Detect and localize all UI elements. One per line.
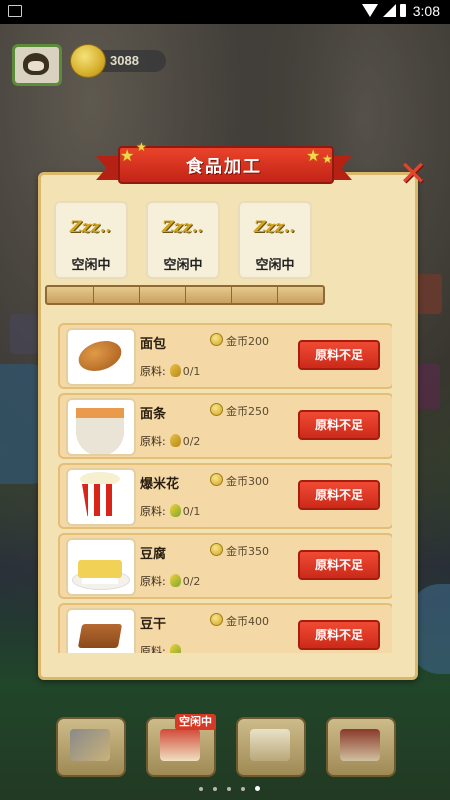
recipe-list[interactable]: 面包 金币200 原料: 0/1 原料不足 面条 金币250 原料: 0/2 原料不… xyxy=(58,323,392,653)
coin-icon xyxy=(210,333,223,346)
star-icon: ★ xyxy=(306,146,321,165)
recipe-price: 金币250 xyxy=(210,403,269,419)
popcorn-icon xyxy=(66,468,136,526)
recipe-row-bread: 面包 金币200 原料: 0/1 原料不足 xyxy=(58,323,392,389)
factory-icon xyxy=(160,729,200,761)
recipe-name: 爆米花 xyxy=(140,477,180,492)
wooden-shelf xyxy=(45,285,325,305)
noodles-icon xyxy=(66,398,136,456)
processing-slot[interactable]: Zzz.. 空闲中 xyxy=(238,201,312,279)
processing-slot[interactable]: Zzz.. 空闲中 xyxy=(146,201,220,279)
coin-count: 3088 xyxy=(110,53,139,68)
coin-icon xyxy=(210,473,223,486)
bread-icon xyxy=(66,328,136,386)
recipe-name: 豆腐 xyxy=(140,547,167,562)
recipe-material: 原料: 0/1 xyxy=(140,504,201,518)
player-avatar[interactable] xyxy=(12,44,62,86)
battery-icon xyxy=(400,4,406,17)
soybean-icon xyxy=(169,644,181,653)
recipe-row-noodles: 面条 金币250 原料: 0/2 原料不足 xyxy=(58,393,392,459)
image-icon xyxy=(8,5,22,17)
dried-tofu-icon xyxy=(66,608,136,653)
tofu-icon xyxy=(66,538,136,596)
orders-button[interactable] xyxy=(236,717,306,777)
sleeping-zzz-icon: Zzz.. xyxy=(162,217,203,236)
insufficient-materials-button[interactable]: 原料不足 xyxy=(298,480,380,510)
wheat-icon xyxy=(169,434,181,447)
avatar-face-icon xyxy=(23,53,49,75)
idle-status-badge: 空闲中 xyxy=(175,714,216,730)
recipe-name: 面条 xyxy=(140,407,167,422)
star-icon: ★ xyxy=(322,152,333,166)
recipe-price: 金币300 xyxy=(210,473,269,489)
slot-status-label: 空闲中 xyxy=(71,258,111,273)
recipe-row-dried-tofu: 豆干 金币400 原料: 原料不足 xyxy=(58,603,392,653)
signal-icon xyxy=(383,4,396,17)
wifi-icon xyxy=(362,4,378,17)
clipboard-icon xyxy=(250,729,290,761)
recipe-material: 原料: 0/2 xyxy=(140,574,201,588)
sleeping-zzz-icon: Zzz.. xyxy=(70,217,111,236)
wheat-icon xyxy=(169,364,181,377)
soybean-icon xyxy=(169,574,181,587)
sleeping-zzz-icon: Zzz.. xyxy=(254,217,295,236)
recipe-row-popcorn: 爆米花 金币300 原料: 0/1 原料不足 xyxy=(58,463,392,529)
coin-icon xyxy=(210,403,223,416)
insufficient-materials-button[interactable]: 原料不足 xyxy=(298,410,380,440)
star-icon: ★ xyxy=(120,146,135,165)
clock: 3:08 xyxy=(412,3,440,19)
recipe-price: 金币400 xyxy=(210,613,269,629)
hammer-icon xyxy=(70,729,110,761)
recipe-material: 原料: 0/1 xyxy=(140,364,201,378)
recipe-price: 金币200 xyxy=(210,333,269,349)
recipe-name: 面包 xyxy=(140,337,167,352)
shop-button[interactable] xyxy=(326,717,396,777)
recipe-row-tofu: 豆腐 金币350 原料: 0/2 原料不足 xyxy=(58,533,392,599)
recipe-material: 原料: xyxy=(140,643,183,653)
processing-slot[interactable]: Zzz.. 空闲中 xyxy=(54,201,128,279)
insufficient-materials-button[interactable]: 原料不足 xyxy=(298,340,380,370)
page-indicator xyxy=(194,776,265,795)
recipe-price: 金币350 xyxy=(210,543,269,559)
slot-status-label: 空闲中 xyxy=(255,258,295,273)
recipe-name: 豆干 xyxy=(140,617,167,632)
insufficient-materials-button[interactable]: 原料不足 xyxy=(298,550,380,580)
shop-icon xyxy=(340,729,380,761)
star-icon: ★ xyxy=(136,140,147,154)
recipe-material: 原料: 0/2 xyxy=(140,434,201,448)
status-bar: 3:08 xyxy=(0,0,450,24)
coin-icon xyxy=(210,543,223,556)
coin-icon xyxy=(70,44,106,78)
insufficient-materials-button[interactable]: 原料不足 xyxy=(298,620,380,650)
dialog-title: 食品加工 xyxy=(186,157,262,177)
slot-status-label: 空闲中 xyxy=(163,258,203,273)
corn-icon xyxy=(169,504,181,517)
coin-icon xyxy=(210,613,223,626)
tools-button[interactable] xyxy=(56,717,126,777)
close-button[interactable]: ✕ xyxy=(396,157,430,193)
